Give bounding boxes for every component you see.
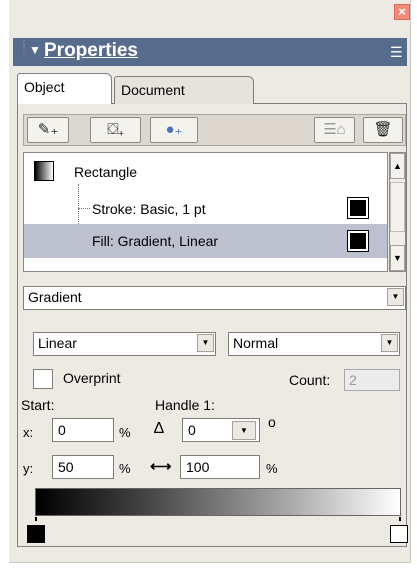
percent-label: % [119, 425, 131, 440]
stroke-label: Stroke: Basic, 1 pt [92, 201, 206, 217]
fill-swatch[interactable] [347, 230, 369, 252]
object-label: Rectangle [74, 164, 138, 180]
fill-type-select[interactable]: Gradient ▼ [23, 286, 406, 310]
options-menu-icon[interactable]: ☰ [390, 44, 403, 61]
stop-pin [35, 517, 37, 521]
count-label: Count: [289, 372, 331, 388]
chevron-down-icon[interactable]: ▼ [381, 334, 398, 352]
count-field: 2 [344, 369, 400, 391]
add-stroke-icon: ✎₊ [37, 121, 59, 138]
overprint-label: Overprint [63, 370, 121, 386]
grip-icon[interactable]: ⋮ ⋮ [19, 40, 29, 62]
width-icon: ⟷ [150, 458, 172, 475]
delete-attribute-button[interactable]: 🗑 [363, 117, 403, 143]
add-effect-button[interactable]: ●₊ [150, 117, 198, 143]
add-fill-button[interactable]: ⛋₊ [90, 117, 141, 143]
add-fill-icon: ⛋₊ [107, 121, 124, 138]
start-label: Start: [21, 397, 55, 413]
close-button[interactable]: × [394, 4, 410, 20]
percent-label: % [119, 461, 131, 476]
stroke-swatch[interactable] [347, 197, 369, 219]
fill-type-value: Gradient [28, 289, 82, 305]
start-x-field[interactable]: 0 [52, 418, 114, 442]
chevron-down-icon[interactable]: ▼ [232, 421, 256, 440]
start-y-field[interactable]: 50 [52, 455, 114, 479]
handle-width-field[interactable]: 100 [180, 455, 260, 479]
panel-title[interactable]: Properties [44, 40, 138, 62]
add-stroke-button[interactable]: ✎₊ [27, 117, 69, 143]
y-label: y: [23, 461, 34, 476]
collapse-arrow-icon[interactable]: ▼ [29, 43, 41, 57]
fill-label: Fill: Gradient, Linear [92, 233, 219, 249]
handle-label: Handle 1: [155, 397, 215, 413]
gradient-ramp[interactable] [35, 488, 401, 516]
scroll-thumb[interactable] [390, 182, 405, 232]
percent-label: % [266, 461, 278, 476]
add-effect-icon: ●₊ [165, 121, 183, 138]
scroll-down-icon[interactable]: ▼ [390, 245, 405, 271]
x-label: x: [23, 425, 34, 440]
rectangle-icon [34, 161, 54, 181]
gradient-type-select[interactable]: Linear ▼ [33, 332, 216, 356]
scroll-up-icon[interactable]: ▲ [390, 153, 405, 179]
tab-object[interactable]: Object [17, 73, 112, 104]
duplicate-attribute-button[interactable]: ☰⌂ [314, 117, 355, 143]
duplicate-icon: ☰⌂ [323, 121, 346, 138]
degree-label: o [268, 414, 276, 430]
angle-icon: ∆ [154, 420, 164, 437]
chevron-down-icon[interactable]: ▼ [387, 288, 404, 306]
gradient-stop-start[interactable] [27, 525, 45, 543]
chevron-down-icon[interactable]: ▼ [197, 334, 214, 352]
trash-icon: 🗑 [373, 121, 393, 138]
gradient-stop-end[interactable] [390, 525, 408, 543]
blend-mode-value: Normal [233, 335, 279, 351]
gradient-type-value: Linear [38, 335, 77, 351]
blend-mode-select[interactable]: Normal ▼ [228, 332, 400, 356]
tab-document[interactable]: Document [114, 76, 254, 104]
stop-pin [399, 517, 401, 521]
overprint-checkbox[interactable] [33, 369, 53, 389]
